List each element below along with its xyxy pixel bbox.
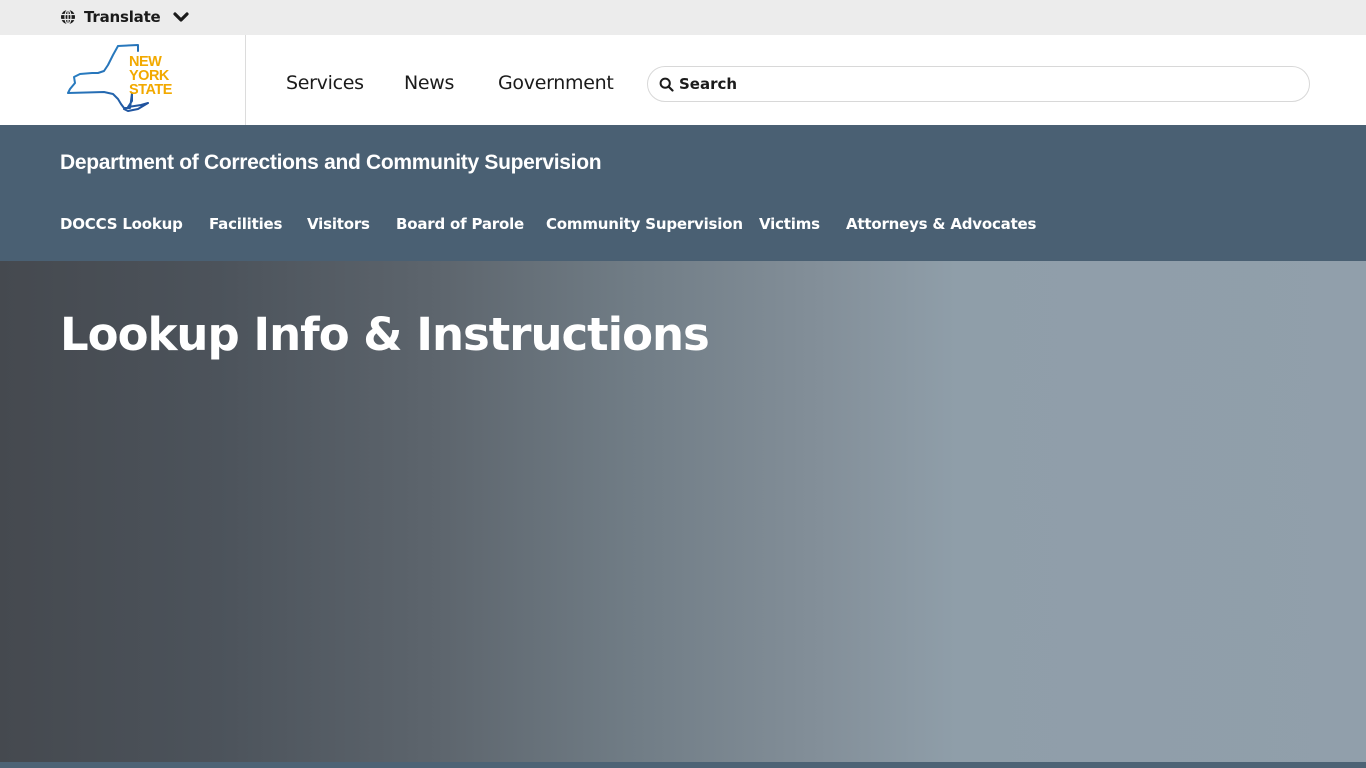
agency-nav-visitors[interactable]: Visitors bbox=[307, 215, 370, 233]
hero-banner: Lookup Info & Instructions bbox=[0, 261, 1366, 762]
nav-government[interactable]: Government bbox=[498, 72, 614, 94]
search-input[interactable] bbox=[679, 67, 1279, 101]
agency-band: Department of Corrections and Community … bbox=[0, 125, 1366, 261]
agency-title[interactable]: Department of Corrections and Community … bbox=[60, 151, 602, 175]
nys-logo[interactable]: NEW YORK STATE bbox=[66, 43, 180, 113]
agency-nav-victims[interactable]: Victims bbox=[759, 215, 820, 233]
translate-button[interactable]: Translate bbox=[60, 8, 189, 26]
translate-label: Translate bbox=[84, 8, 161, 26]
nav-services[interactable]: Services bbox=[286, 72, 364, 94]
logo-divider bbox=[245, 35, 246, 125]
globe-icon bbox=[61, 9, 75, 25]
nav-news[interactable]: News bbox=[404, 72, 454, 94]
logo-text-state: STATE bbox=[129, 82, 173, 98]
agency-nav-board-of-parole[interactable]: Board of Parole bbox=[396, 215, 524, 233]
search-box[interactable] bbox=[647, 66, 1310, 102]
agency-nav-facilities[interactable]: Facilities bbox=[209, 215, 282, 233]
agency-nav-community-supervision[interactable]: Community Supervision bbox=[546, 215, 743, 233]
page-title: Lookup Info & Instructions bbox=[60, 308, 710, 361]
site-header: NEW YORK STATE Services News Government bbox=[0, 35, 1366, 125]
search-icon[interactable] bbox=[659, 77, 674, 92]
bottom-strip bbox=[0, 762, 1366, 768]
utility-bar: Translate bbox=[0, 0, 1366, 35]
chevron-down-icon bbox=[172, 12, 189, 22]
agency-nav-attorneys-advocates[interactable]: Attorneys & Advocates bbox=[846, 215, 1036, 233]
agency-nav-doccs-lookup[interactable]: DOCCS Lookup bbox=[60, 215, 183, 233]
